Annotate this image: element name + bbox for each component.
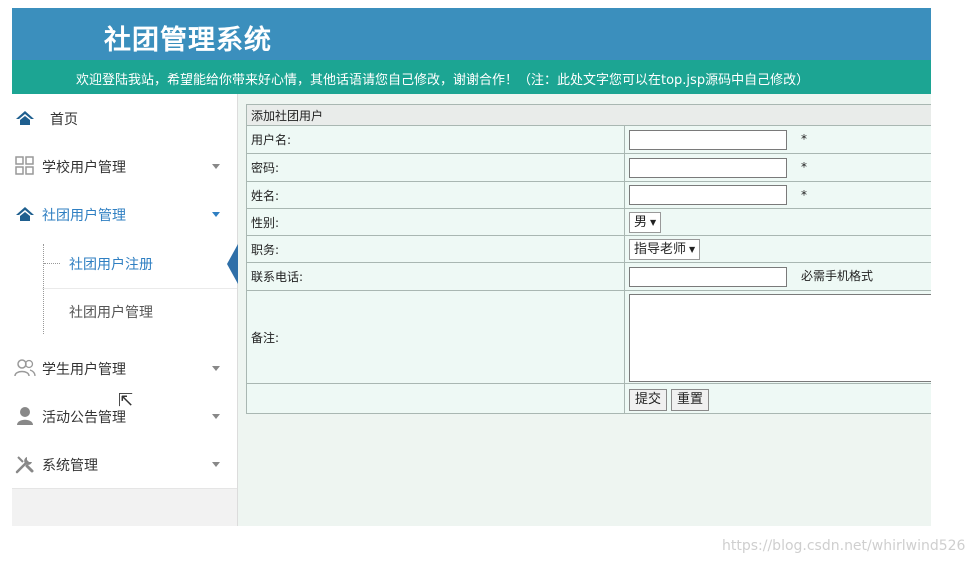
chevron-down-icon — [212, 164, 220, 169]
gender-selected-value: 男 — [634, 214, 648, 230]
sidebar-item-label: 活动公告管理 — [42, 410, 126, 426]
position-selected-value: 指导老师 — [634, 241, 687, 257]
field-label: 用户名: — [246, 125, 625, 154]
main-content: 添加社团用户 用户名: * 密码: * 姓名: * 性别: 男 ▼ 职务: 指导… — [245, 104, 931, 414]
active-pointer-icon — [227, 244, 238, 284]
phone-cell: 必需手机格式 — [623, 262, 931, 291]
reset-button[interactable]: 重置 — [671, 388, 710, 411]
required-mark: * — [801, 132, 807, 146]
tree-connector — [44, 263, 60, 264]
remark-textarea[interactable] — [629, 294, 931, 382]
name-cell: * — [623, 181, 931, 209]
password-input[interactable] — [629, 157, 787, 178]
sidebar-item-label: 学生用户管理 — [42, 362, 126, 378]
password-cell: * — [623, 153, 931, 182]
tools-icon — [14, 453, 36, 475]
app-window: 社团管理系统 欢迎登陆我站，希望能给你带来好心情，其他话语请您自己修改，谢谢合作… — [12, 8, 931, 526]
sidebar-item-club-users[interactable]: 社团用户管理 — [12, 190, 237, 241]
user-icon — [14, 405, 36, 427]
sidebar-item-home[interactable]: 首页 — [12, 94, 237, 143]
buttons-cell: 提交 重置 — [623, 383, 931, 414]
sidebar-item-label: 学校用户管理 — [42, 160, 126, 176]
required-mark: * — [801, 160, 807, 174]
empty-cell — [246, 383, 625, 414]
header-bar: 社团管理系统 — [12, 8, 931, 60]
dropdown-arrow-icon: ▼ — [689, 244, 696, 254]
field-label: 职务: — [246, 235, 625, 263]
watermark: https://blog.csdn.net/whirlwind526 — [722, 538, 966, 554]
remark-cell — [623, 290, 931, 384]
users-icon — [14, 357, 36, 379]
home-icon — [14, 203, 36, 225]
position-cell: 指导老师 ▼ — [623, 235, 931, 263]
dropdown-arrow-icon: ▼ — [650, 217, 657, 227]
phone-format-hint: 必需手机格式 — [801, 269, 874, 283]
username-cell: * — [623, 125, 931, 154]
submenu-item-label: 社团用户管理 — [69, 305, 153, 321]
required-mark: * — [801, 187, 807, 202]
welcome-banner: 欢迎登陆我站，希望能给你带来好心情，其他话语请您自己修改，谢谢合作！（注：此处文… — [12, 60, 931, 94]
gender-cell: 男 ▼ — [623, 208, 931, 236]
home-icon — [14, 107, 36, 129]
field-label: 姓名: — [246, 181, 625, 209]
submenu-item-register[interactable]: 社团用户注册 — [12, 240, 238, 287]
chevron-down-icon — [212, 414, 220, 419]
submenu: 社团用户注册 社团用户管理 — [12, 240, 238, 345]
submit-button[interactable]: 提交 — [629, 388, 668, 411]
sidebar-item-label: 社团用户管理 — [42, 208, 126, 224]
submenu-item-label: 社团用户注册 — [69, 257, 153, 273]
mouse-cursor-icon: ⇱ — [118, 390, 134, 411]
form-title: 添加社团用户 — [245, 104, 931, 126]
welcome-text: 欢迎登陆我站，希望能给你带来好心情，其他话语请您自己修改，谢谢合作！（注：此处文… — [76, 73, 810, 88]
field-label: 性别: — [246, 208, 625, 236]
system-title: 社团管理系统 — [104, 25, 272, 56]
sidebar: 首页 学校用户管理 社团用户管理 社团用户注册 社团用户管理 学生用户管理 活动… — [12, 94, 238, 526]
chevron-down-icon — [212, 366, 220, 371]
sidebar-item-student-users[interactable]: 学生用户管理 — [12, 344, 237, 393]
gender-select[interactable]: 男 ▼ — [629, 211, 662, 233]
sidebar-item-school-users[interactable]: 学校用户管理 — [12, 142, 237, 191]
sidebar-item-system[interactable]: 系统管理 — [12, 440, 237, 489]
field-label: 备注: — [246, 290, 625, 384]
grid-icon — [14, 155, 36, 177]
sidebar-item-label: 系统管理 — [42, 458, 98, 474]
field-label: 联系电话: — [246, 262, 625, 291]
username-input[interactable] — [629, 129, 787, 150]
chevron-down-icon — [212, 462, 220, 467]
name-input[interactable] — [629, 185, 787, 205]
position-select[interactable]: 指导老师 ▼ — [629, 238, 701, 260]
submenu-item-manage[interactable]: 社团用户管理 — [12, 288, 237, 335]
chevron-down-icon — [212, 212, 220, 217]
phone-input[interactable] — [629, 266, 787, 287]
sidebar-item-label: 首页 — [50, 112, 78, 128]
field-label: 密码: — [246, 153, 625, 182]
add-club-user-form: 添加社团用户 用户名: * 密码: * 姓名: * 性别: 男 ▼ 职务: 指导… — [245, 104, 931, 414]
